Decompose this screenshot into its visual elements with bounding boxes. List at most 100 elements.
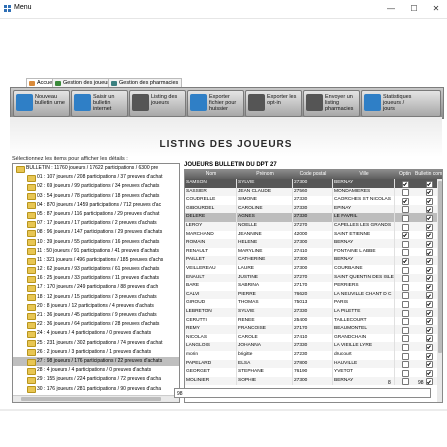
bulletin-checkbox[interactable] [426,326,433,334]
optin-checkbox[interactable] [402,214,409,222]
table-row[interactable]: RENAULT MARYLINE 27410 FONTAINE L ABBE [185,247,442,257]
tree-item[interactable]: 18 : 12 joueurs / 15 participations / 3 … [13,293,179,302]
bulletin-checkbox[interactable] [426,361,433,369]
table-row[interactable]: NICOLAS CAROLE 27410 GRANDCHAIN [185,333,442,343]
bulletin-checkbox[interactable] [426,318,433,326]
column-header-optin[interactable]: Optin [395,170,415,179]
bulletin-checkbox[interactable] [426,335,433,343]
optin-checkbox[interactable] [402,189,409,197]
send-list-button[interactable]: Envoyer un listing pharmacies [303,90,360,117]
table-row[interactable]: morin brigitte 27230 drucourt [185,351,442,360]
horizontal-scrollbar[interactable] [13,395,179,402]
tree-item[interactable]: 24 : 4 joueurs / 4 participations / 0 pr… [13,329,179,339]
table-row[interactable]: PAILLET CATHERINE 27300 BERNAY [185,256,442,265]
bulletin-checkbox[interactable] [426,292,433,300]
bulletin-checkbox[interactable] [426,189,433,197]
table-row[interactable]: SASSIER JEAN CLAUDE 27560 MONDAMIERES [185,187,442,197]
table-row[interactable]: LEBRETON SYLVIE 27330 LA PILETTE [185,308,442,317]
column-header-nom[interactable]: Nom [185,170,237,179]
optin-checkbox[interactable] [402,369,409,377]
column-header-bulletin[interactable]: Bulletin com [415,170,442,179]
bulletin-checkbox[interactable] [426,197,433,205]
table-row[interactable]: COUDRELLE SIMONE 27330 CAORCHES ST NICOLAS [185,196,442,205]
tree-item[interactable]: 28 : 4 joueurs / 4 participations / 0 pr… [13,366,179,375]
optin-checkbox[interactable] [402,352,409,360]
table-row[interactable]: GIBOURDEL CAROLINE 27330 EPINAY [185,204,442,214]
optin-checkbox[interactable] [402,343,409,351]
bulletin-checkbox[interactable] [426,180,433,188]
optin-checkbox[interactable] [402,266,409,274]
tree-item[interactable]: 29 : 155 joueurs / 224 participations / … [13,375,179,384]
optin-checkbox[interactable] [402,180,409,188]
bulletin-checkbox[interactable] [426,309,433,317]
bulletin-checkbox[interactable] [426,223,433,231]
internet-ballot-button[interactable]: Saisir un bulletin internet [71,90,128,117]
tree-item[interactable]: 08 : 96 joueurs / 147 participations / 2… [13,228,179,237]
scrollbar-thumb[interactable] [437,181,442,353]
optin-checkbox[interactable] [402,292,409,300]
tree-item[interactable]: 25 : 231 joueurs / 302 participations / … [13,339,179,348]
bulletin-checkbox[interactable] [426,352,433,360]
bulletin-checkbox[interactable] [426,206,433,214]
player-list-button[interactable]: Listing des joueurs [129,90,186,117]
optin-checkbox[interactable] [402,197,409,205]
optin-checkbox[interactable] [402,318,409,326]
optin-checkbox[interactable] [402,275,409,283]
tree-item[interactable]: 04 : 870 joueurs / 1459 participations /… [13,201,179,210]
table-row[interactable]: CERUTTI RENEE 25400 TAILLECOURT [185,316,442,326]
tree-item[interactable]: 07 : 17 joueurs / 17 participations / 2 … [13,219,179,228]
optin-checkbox[interactable] [402,249,409,257]
scrollbar-thumb[interactable] [21,397,161,401]
bulletin-checkbox[interactable] [426,249,433,257]
optin-checkbox[interactable] [402,283,409,291]
table-row[interactable]: MARCHAND JEANNINE 42000 SAINT ETIENNE [185,230,442,240]
tree-item[interactable]: 10 : 39 joueurs / 55 participations / 16… [13,238,179,247]
bulletin-checkbox[interactable] [426,257,433,265]
statistics-button[interactable]: Statistiques joueurs / jours [361,90,441,117]
maximize-button[interactable]: ☐ [404,2,424,16]
bulletin-checkbox[interactable] [426,369,433,377]
tree-item[interactable]: 12 : 62 joueurs / 93 participations / 61… [13,265,179,274]
tree-item[interactable]: 30 : 176 joueurs / 281 participations / … [13,385,179,394]
table-row[interactable]: REMY FRANCOISE 27170 BEAUMONTEL [185,325,442,334]
optin-checkbox[interactable] [402,335,409,343]
optin-checkbox[interactable] [402,257,409,265]
optin-checkbox[interactable] [402,206,409,214]
tree-item[interactable]: 26 : 2 joueurs / 3 participations / 1 pr… [13,348,179,357]
close-button[interactable]: ✕ [426,2,446,16]
new-ballot-button[interactable]: Nouveau bulletin urne [13,90,70,117]
tree-item[interactable]: 03 : 54 joueurs / 78 participations / 18… [13,192,179,201]
tree-root[interactable]: BULLETIN : 11760 joueurs / 17622 partici… [13,164,179,173]
tree-item[interactable]: 20 : 8 joueurs / 12 participations / 4 p… [13,302,179,311]
tree-item[interactable]: 05 : 87 joueurs / 116 participations / 2… [13,210,179,219]
tree-item[interactable]: 11 : 321 joueurs / 496 participations / … [13,256,179,265]
bulletin-checkbox[interactable] [426,343,433,351]
table-row[interactable]: PAPELARD ELSA 27800 HAUVILLE [185,359,442,369]
optin-checkbox[interactable] [402,300,409,308]
tree-item[interactable]: 17 : 170 joueurs / 249 participations / … [13,283,179,293]
optin-checkbox[interactable] [402,240,409,248]
bulletin-checkbox[interactable] [426,232,433,240]
bulletin-checkbox[interactable] [426,214,433,222]
column-header-prenom[interactable]: Prénom [237,170,293,179]
tree-item[interactable]: 11 : 50 joueurs / 91 participations / 41… [13,247,179,256]
tree-item[interactable]: 21 : 36 joueurs / 45 participations / 9 … [13,311,179,320]
optin-checkbox[interactable] [402,309,409,317]
table-row[interactable]: VEILLEREAU LAURE 27300 COURBAINE [185,265,442,274]
column-header-ville[interactable]: Ville [333,170,395,179]
table-row[interactable]: GIROUD THOMAS 75013 PARIS [185,299,442,308]
minimize-button[interactable]: — [381,2,401,16]
optin-checkbox[interactable] [402,326,409,334]
vertical-scrollbar[interactable] [437,179,442,402]
optin-checkbox[interactable] [402,223,409,231]
optin-checkbox[interactable] [402,232,409,240]
tree-item[interactable]: 01 : 107 joueurs / 208 participations / … [13,173,179,182]
tree-item[interactable]: 16 : 25 joueurs / 33 participations / 11… [13,274,179,283]
table-row[interactable]: CALVI PIERRE 76620 LA NEUVILLE CHANT D C [185,290,442,300]
optin-checkbox[interactable] [402,361,409,369]
table-row[interactable]: SAMSON SYLVIE 27300 BERNAY [185,179,442,188]
table-row[interactable]: LANGLOIS JOHANNA 27330 LA VIEILLE LYRE [185,342,442,351]
bulletin-checkbox[interactable] [426,240,433,248]
tree-item[interactable]: 02 : 69 joueurs / 99 participations / 34… [13,182,179,192]
tree-item[interactable]: 27 : 98 joueurs / 176 participations / 2… [13,356,179,367]
